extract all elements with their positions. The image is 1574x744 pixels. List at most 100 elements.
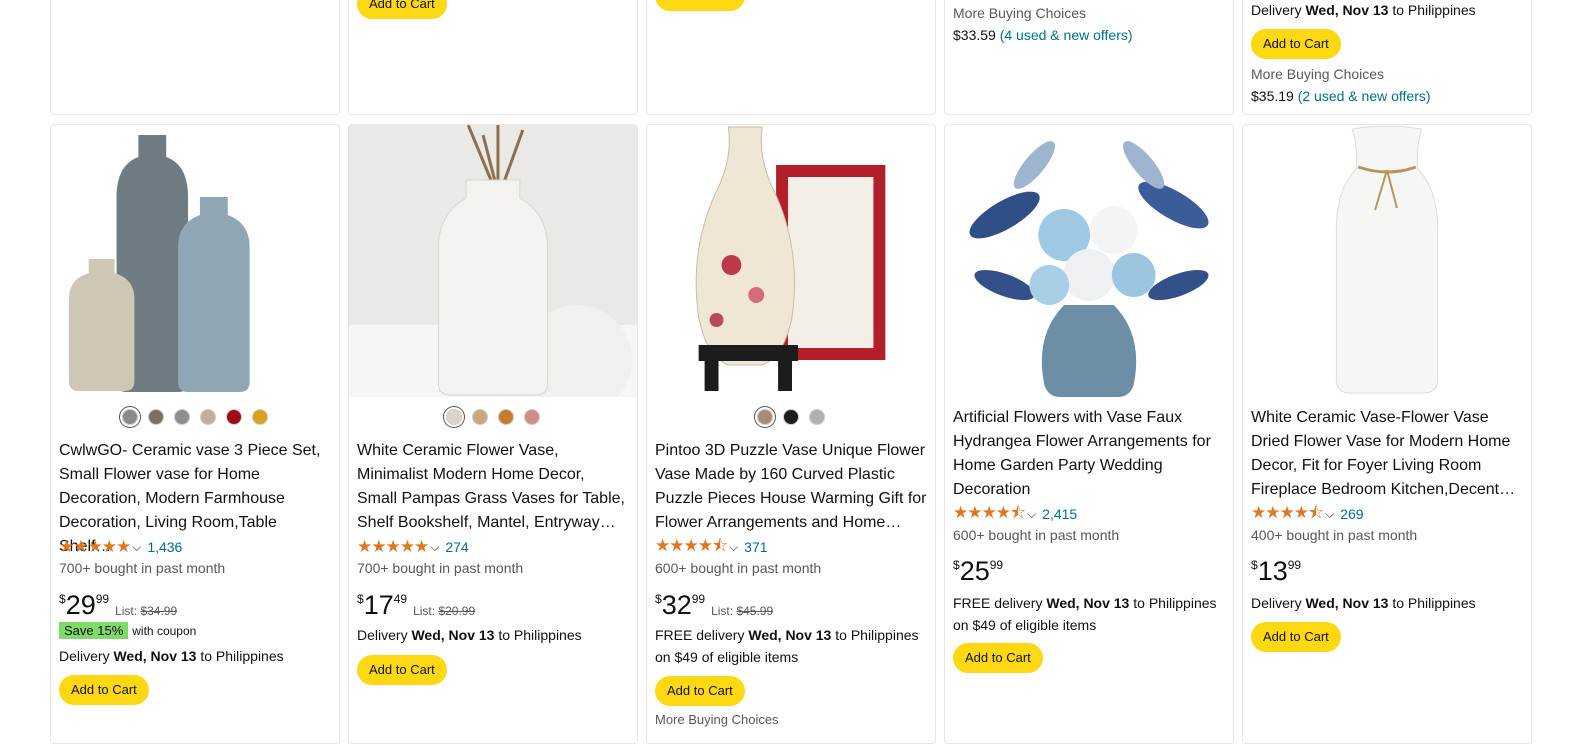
coupon-badge[interactable]: Save 15% with coupon [59,622,196,639]
offers-link[interactable]: (4 used & new offers) [1000,27,1133,43]
star-rating-icon[interactable]: ★★★★⯪ [1251,500,1324,529]
product-image[interactable] [647,125,935,397]
star-rating-icon[interactable]: ★★★★★ [357,537,429,557]
color-swatches [349,409,637,425]
add-to-cart-button[interactable]: Add to Cart [655,0,745,11]
add-to-cart-button[interactable]: Add to Cart [655,676,745,706]
color-swatch[interactable] [122,409,138,425]
delivery-prefix: Delivery [59,648,114,664]
color-swatch[interactable] [757,409,773,425]
list-price-label: List: [413,604,439,618]
rating-count-link[interactable]: 274 [445,539,468,555]
color-swatch[interactable] [809,409,825,425]
rating-count-link[interactable]: 2,415 [1042,506,1077,522]
list-price: List: $34.99 [115,604,177,618]
color-swatches [647,409,935,425]
rating-row: ★★★★★ ⌵ 1,436 [59,537,182,557]
bought-past-month: 600+ bought in past month [953,527,1120,543]
product-image[interactable] [51,125,339,397]
star-rating-icon[interactable]: ★★★★⯪ [655,533,728,562]
color-swatch[interactable] [524,409,540,425]
delivery-threshold: on $49 of eligible items [953,617,1097,633]
delivery-info: Delivery Wed, Nov 13 to Philippines [357,624,629,646]
list-price-label: List: [711,604,737,618]
product-card-1[interactable]: CwlwGO- Ceramic vase 3 Piece Set, Small … [50,124,340,744]
delivery-date: Wed, Nov 13 [1305,595,1389,611]
color-swatches [51,409,339,425]
color-swatch[interactable] [226,409,242,425]
price-whole: 25 [959,556,990,586]
star-rating-icon[interactable]: ★★★★⯪ [953,500,1026,529]
price: $ 29 99 List: $34.99 [59,590,177,620]
star-rating-icon[interactable]: ★★★★★ [59,537,131,557]
list-price: List: $20.99 [413,604,475,618]
product-image[interactable] [945,125,1233,397]
price-fraction: 99 [95,592,110,606]
price-fraction: 99 [691,592,706,606]
delivery-suffix: to Philippines [831,627,919,643]
product-title[interactable]: Artificial Flowers with Vase Faux Hydran… [953,406,1225,502]
price-whole: 13 [1257,556,1288,586]
delivery-date: Wed, Nov 13 [1305,2,1389,18]
product-title[interactable]: Pintoo 3D Puzzle Vase Unique Flower Vase… [655,439,927,535]
chevron-down-icon[interactable]: ⌵ [1325,507,1334,522]
add-to-cart-button[interactable]: Add to Cart [1251,29,1341,59]
price-whole: 29 [65,590,96,620]
chevron-down-icon[interactable]: ⌵ [1027,507,1036,522]
color-swatch[interactable] [472,409,488,425]
add-to-cart-button[interactable]: Add to Cart [357,655,447,685]
product-card-top-4: More Buying Choices $33.59 (4 used & new… [944,0,1234,115]
bought-past-month: 700+ bought in past month [357,560,524,576]
color-swatch[interactable] [148,409,164,425]
color-swatch[interactable] [783,409,799,425]
coupon-text: with coupon [132,623,197,638]
color-swatch[interactable] [498,409,514,425]
color-swatch[interactable] [446,409,462,425]
chevron-down-icon[interactable]: ⌵ [430,540,439,555]
product-card-4[interactable]: Artificial Flowers with Vase Faux Hydran… [944,124,1234,744]
product-card-top-3: Add to Cart [646,0,936,115]
more-buying-choices-label: More Buying Choices [953,5,1087,21]
rating-row: ★★★★★ ⌵ 274 [357,537,469,557]
bought-past-month: 400+ bought in past month [1251,527,1418,543]
chevron-down-icon[interactable]: ⌵ [729,540,738,555]
rating-count-link[interactable]: 1,436 [147,539,182,555]
offers-link[interactable]: (2 used & new offers) [1298,88,1431,104]
delivery-prefix: FREE delivery [655,627,749,643]
delivery-suffix: to Philippines [1388,595,1476,611]
product-card-3[interactable]: Pintoo 3D Puzzle Vase Unique Flower Vase… [646,124,936,744]
delivery-suffix: to Philippines [1129,595,1217,611]
add-to-cart-button[interactable]: Add to Cart [1251,622,1341,652]
price: $ 17 49 List: $20.99 [357,590,475,620]
more-buying-choices-label: More Buying Choices [655,712,779,727]
color-swatch[interactable] [174,409,190,425]
rating-count-link[interactable]: 269 [1340,506,1363,522]
add-to-cart-button[interactable]: Add to Cart [357,0,447,19]
product-image[interactable] [349,125,637,397]
list-price-value: $20.99 [438,604,476,618]
price-whole: 32 [661,590,692,620]
delivery-date: Wed, Nov 13 [748,627,832,643]
product-title[interactable]: White Ceramic Vase-Flower Vase Dried Flo… [1251,406,1523,502]
color-swatch[interactable] [252,409,268,425]
bought-past-month: 600+ bought in past month [655,560,822,576]
price-fraction: 49 [393,592,408,606]
offer-price: $33.59 [953,27,996,43]
price: $ 13 99 [1251,556,1301,586]
product-image[interactable] [1243,125,1531,397]
color-swatch[interactable] [200,409,216,425]
add-to-cart-button[interactable]: Add to Cart [59,675,149,705]
product-card-5[interactable]: White Ceramic Vase-Flower Vase Dried Flo… [1242,124,1532,744]
delivery-prefix: Delivery [357,627,412,643]
price-whole: 17 [363,590,394,620]
price: $ 25 99 [953,556,1003,586]
offer-price: $35.19 [1251,88,1294,104]
product-card-2[interactable]: White Ceramic Flower Vase, Minimalist Mo… [348,124,638,744]
price-fraction: 99 [1287,558,1302,572]
product-title[interactable]: White Ceramic Flower Vase, Minimalist Mo… [357,439,629,535]
chevron-down-icon[interactable]: ⌵ [132,540,141,555]
product-card-top-5: Delivery Wed, Nov 13 to Philippines Add … [1242,0,1532,115]
more-buying-choices-label: More Buying Choices [1251,66,1385,82]
rating-count-link[interactable]: 371 [744,539,767,555]
add-to-cart-button[interactable]: Add to Cart [953,643,1043,673]
